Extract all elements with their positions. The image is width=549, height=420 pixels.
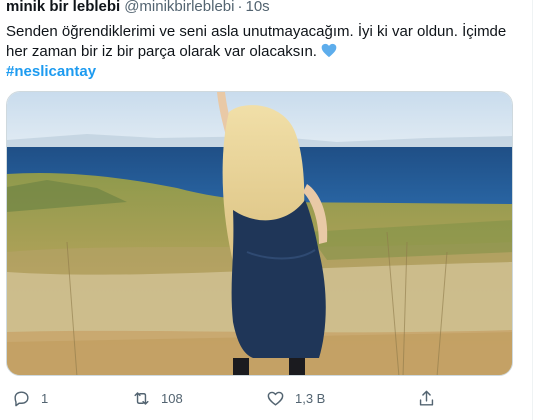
tweet-text: Senden öğrendiklerimi ve seni asla unutm… bbox=[6, 22, 524, 62]
retweet-count: 108 bbox=[161, 390, 183, 406]
retweet-button[interactable]: 108 bbox=[132, 384, 183, 412]
like-button[interactable]: 1,3 B bbox=[266, 384, 325, 412]
author-display-name[interactable]: minik bir leblebi bbox=[6, 0, 120, 15]
hashtag-link[interactable]: #neslicantay bbox=[6, 62, 96, 82]
tweet-photo[interactable] bbox=[6, 91, 513, 376]
photo-scene bbox=[7, 92, 512, 375]
reply-button[interactable]: 1 bbox=[12, 384, 48, 412]
blue-heart-emoji-icon bbox=[321, 43, 337, 58]
like-count: 1,3 B bbox=[295, 390, 326, 406]
header-separator: · bbox=[237, 0, 243, 15]
column-divider bbox=[532, 0, 533, 420]
tweet-actions: 1 108 1,3 B bbox=[0, 384, 532, 412]
tweet-text-line-2-wrap: her zaman bir iz bir parça olarak var ol… bbox=[6, 42, 524, 62]
share-button[interactable] bbox=[417, 384, 436, 412]
author-handle[interactable]: @minikbirleblebi bbox=[124, 0, 234, 15]
tweet-text-line-1: Senden öğrendiklerimi ve seni asla unutm… bbox=[6, 23, 507, 40]
heart-icon bbox=[267, 391, 284, 406]
tweet-header: minik bir leblebi @minikbirleblebi · 10s bbox=[6, 0, 270, 15]
reply-icon bbox=[14, 390, 29, 406]
reply-count: 1 bbox=[41, 390, 49, 406]
tweet-text-line-2: her zaman bir iz bir parça olarak var ol… bbox=[6, 43, 317, 60]
tweet-timestamp[interactable]: 10s bbox=[245, 0, 269, 15]
share-icon bbox=[419, 390, 434, 406]
retweet-icon bbox=[134, 391, 149, 405]
